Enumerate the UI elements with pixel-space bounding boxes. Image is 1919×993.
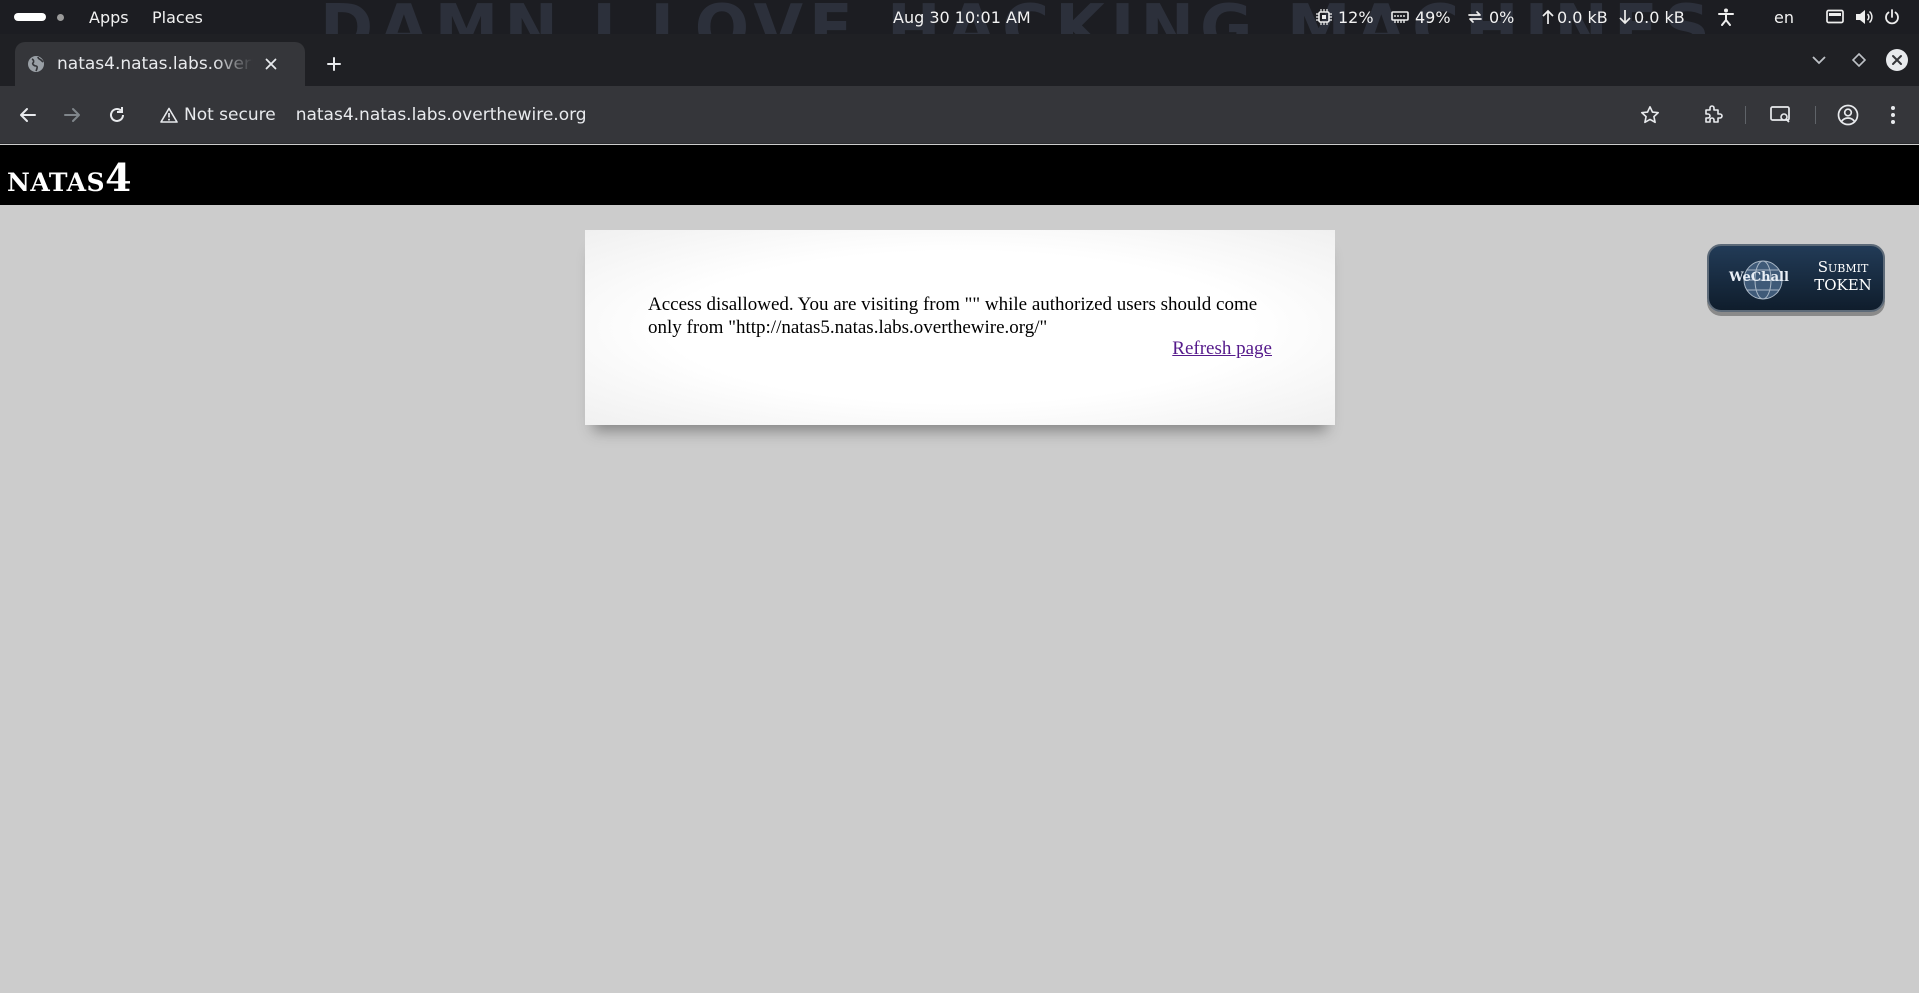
workspace-dot — [57, 13, 64, 21]
plus-icon — [327, 57, 341, 71]
download-arrow-icon — [1619, 9, 1631, 25]
accessibility-menu[interactable] — [1718, 0, 1734, 34]
power-menu[interactable] — [1884, 0, 1900, 34]
token-label: TOKEN — [1814, 276, 1872, 294]
places-menu-label: Places — [152, 7, 203, 27]
download-indicator[interactable]: 0.0 kB — [1619, 0, 1685, 34]
swap-indicator[interactable]: 0% — [1467, 0, 1514, 34]
volume-indicator[interactable] — [1855, 0, 1873, 34]
language-label: en — [1774, 7, 1794, 27]
clock[interactable]: Aug 30 10:01 AM — [893, 0, 1031, 34]
swap-value: 0% — [1489, 7, 1515, 27]
submit-token-label: Submit TOKEN — [1805, 258, 1881, 294]
page-title-number: 4 — [105, 155, 133, 200]
arrow-left-icon — [20, 108, 36, 122]
reload-icon — [110, 107, 124, 122]
screen-indicator[interactable] — [1826, 0, 1844, 34]
cpu-indicator[interactable]: 12% — [1316, 0, 1374, 34]
submit-label: Submit — [1817, 258, 1869, 276]
extensions-button[interactable] — [1698, 100, 1728, 130]
not-secure-label: Not secure — [184, 105, 276, 125]
memory-indicator[interactable]: 49% — [1391, 0, 1451, 34]
window-maximize-button[interactable] — [1846, 47, 1872, 73]
memory-value: 49% — [1415, 7, 1451, 27]
menu-button[interactable] — [1878, 100, 1908, 130]
upload-indicator[interactable]: 0.0 kB — [1542, 0, 1608, 34]
profile-button[interactable] — [1833, 100, 1863, 130]
memory-icon — [1391, 10, 1409, 24]
wechall-logo-text: WeChall — [1729, 270, 1789, 285]
tab-title: natas4.natas.labs.overthewire.org — [57, 54, 253, 74]
globe-icon — [27, 55, 45, 73]
apps-menu-label: Apps — [89, 7, 129, 27]
security-chip[interactable]: Not secure — [160, 105, 276, 125]
star-icon — [1641, 106, 1659, 124]
back-button[interactable] — [13, 100, 43, 130]
cpu-icon — [1316, 9, 1332, 25]
accessibility-icon — [1718, 8, 1734, 26]
account-icon — [1837, 104, 1859, 126]
power-icon — [1884, 9, 1900, 25]
refresh-page-link[interactable]: Refresh page — [1172, 338, 1272, 360]
tab-search-icon — [1770, 106, 1790, 123]
new-tab-button[interactable] — [318, 48, 350, 80]
address-bar[interactable]: Not secure natas4.natas.labs.overthewire… — [152, 94, 1632, 136]
volume-icon — [1855, 9, 1873, 25]
browser-toolbar: Not secure natas4.natas.labs.overthewire… — [0, 86, 1919, 144]
bookmark-button[interactable] — [1635, 100, 1665, 130]
arrow-right-icon — [64, 108, 80, 122]
tab-close-button[interactable] — [259, 52, 283, 76]
close-icon — [265, 58, 277, 70]
upload-value: 0.0 kB — [1557, 7, 1608, 27]
wechall-submit-token-button[interactable]: WeChall Submit TOKEN — [1707, 244, 1885, 312]
browser-tab[interactable]: natas4.natas.labs.overthewire.org — [15, 42, 305, 86]
apps-menu[interactable]: Apps — [89, 0, 129, 34]
url-text[interactable]: natas4.natas.labs.overthewire.org — [296, 105, 587, 125]
places-menu[interactable]: Places — [152, 0, 203, 34]
page-title: NATAS4 — [7, 155, 132, 200]
swap-icon — [1467, 9, 1483, 25]
activities-indicator[interactable] — [14, 13, 64, 21]
toolbar-separator — [1745, 106, 1746, 124]
cpu-value: 12% — [1338, 7, 1374, 27]
window-close-button[interactable] — [1884, 47, 1910, 73]
chevron-down-icon — [1812, 56, 1826, 65]
browser-tab-strip: natas4.natas.labs.overthewire.org — [0, 34, 1919, 86]
page-title-prefix: NATAS — [7, 168, 106, 197]
cast-button[interactable] — [1766, 100, 1796, 130]
natas-header: NATAS4 — [0, 145, 1919, 205]
toolbar-separator — [1815, 106, 1816, 124]
reload-button[interactable] — [102, 100, 132, 130]
access-message: Access disallowed. You are visiting from… — [648, 294, 1258, 338]
close-circle-icon — [1886, 49, 1908, 71]
download-value: 0.0 kB — [1634, 7, 1685, 27]
display-icon — [1826, 9, 1844, 25]
language-indicator[interactable]: en — [1774, 0, 1794, 34]
kebab-menu-icon — [1891, 106, 1895, 124]
clock-label: Aug 30 10:01 AM — [893, 7, 1031, 27]
puzzle-icon — [1705, 105, 1723, 123]
diamond-icon — [1852, 53, 1866, 67]
tab-search-button[interactable] — [1806, 47, 1832, 73]
content-box: Access disallowed. You are visiting from… — [585, 230, 1335, 425]
warning-triangle-icon — [160, 107, 178, 123]
forward-button[interactable] — [57, 100, 87, 130]
workspace-active-pill — [14, 13, 46, 21]
system-top-bar: DAMN I LOVE HACKING MACHINES Apps Places… — [0, 0, 1919, 34]
upload-arrow-icon — [1542, 9, 1554, 25]
